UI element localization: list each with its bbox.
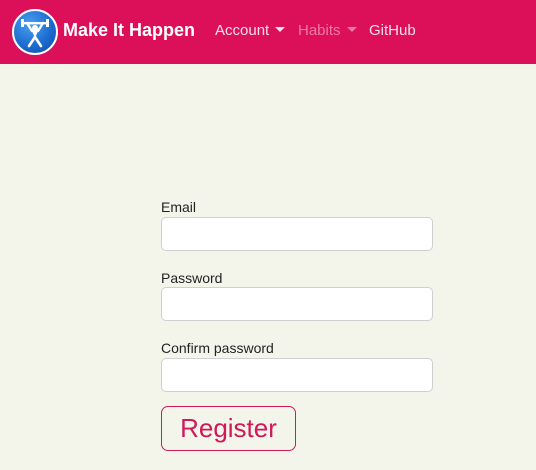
brand-title[interactable]: Make It Happen [63,20,195,41]
nav-account-dropdown[interactable]: Account [215,22,286,39]
email-label: Email [161,199,197,215]
nav-habits-label: Habits [298,22,341,39]
chevron-down-icon [275,27,286,32]
nav-habits-dropdown[interactable]: Habits [298,22,357,39]
password-label: Password [161,270,223,286]
nav-account-label: Account [215,22,270,39]
weightlifter-icon[interactable] [12,9,58,55]
chevron-down-icon [346,27,357,32]
confirm-password-label: Confirm password [161,340,274,356]
password-field[interactable] [161,287,433,321]
confirm-password-field[interactable] [161,358,433,392]
nav-github-link[interactable]: GitHub [369,22,416,39]
top-navbar: Make It Happen Account Habits GitHub [0,0,536,64]
register-button[interactable]: Register [161,406,296,451]
email-field[interactable] [161,217,433,251]
